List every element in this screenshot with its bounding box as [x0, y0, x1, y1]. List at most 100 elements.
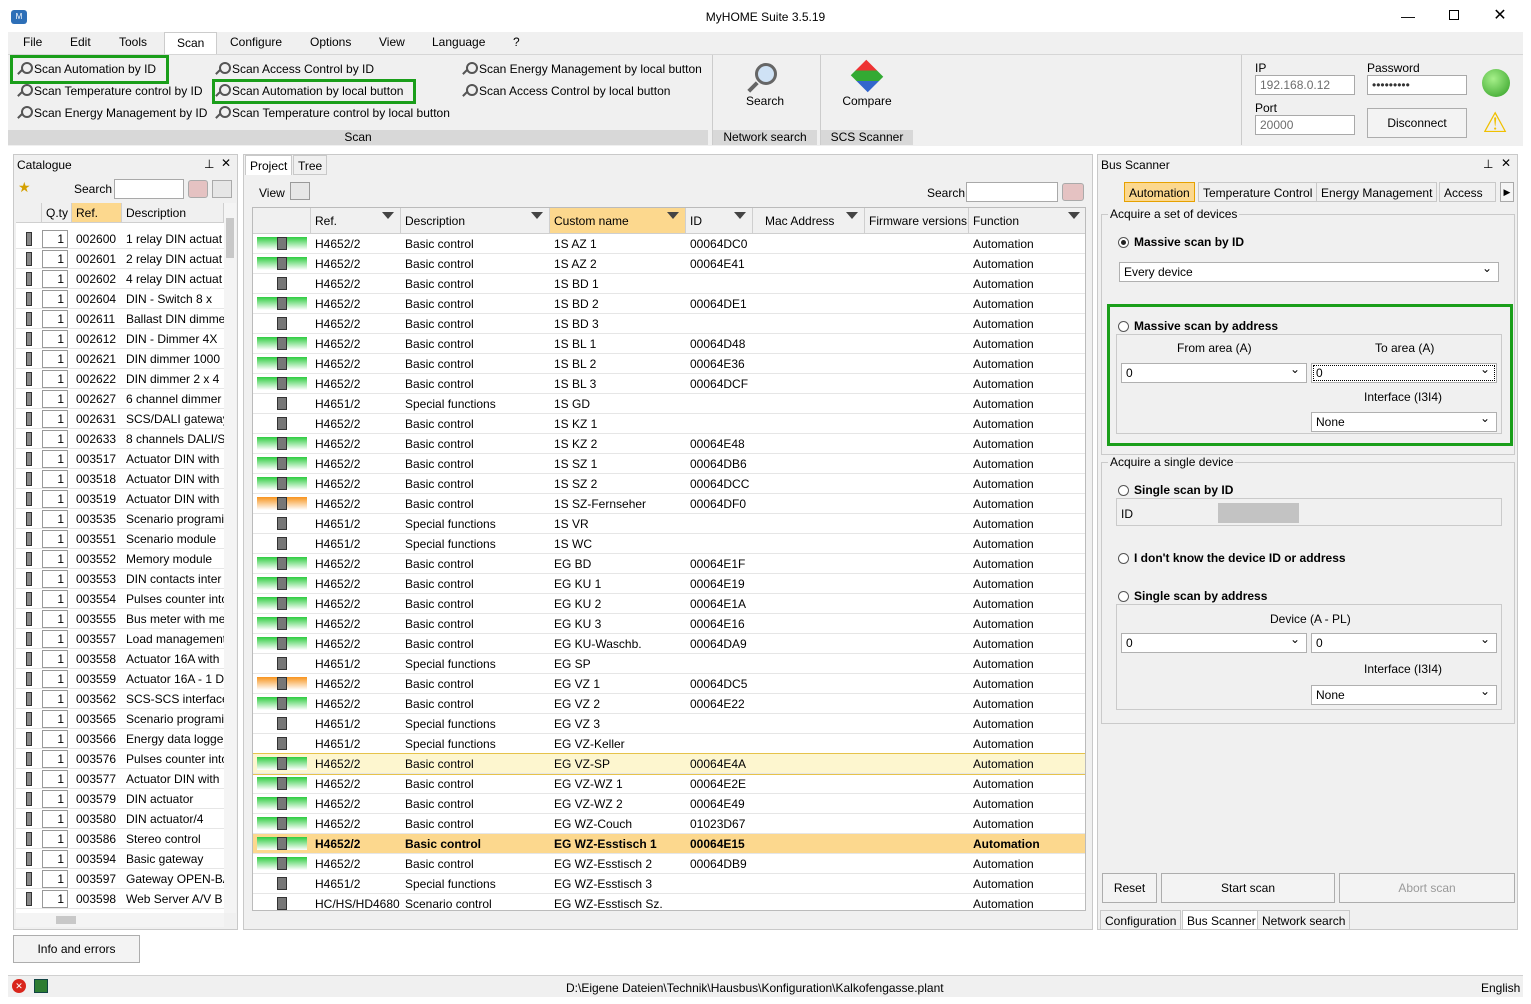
qty-field[interactable]: 1 [42, 830, 68, 848]
error-icon[interactable]: ✕ [12, 979, 26, 993]
catalogue-row[interactable]: 1 003517 Actuator DIN with [16, 449, 224, 469]
id-field[interactable] [1218, 503, 1299, 523]
catalogue-row[interactable]: 1 002611 Ballast DIN dimme [16, 309, 224, 329]
col-description[interactable]: Description [401, 208, 550, 234]
qty-field[interactable]: 1 [42, 590, 68, 608]
scan-energy-by-id[interactable]: Scan Energy Management by ID [17, 106, 207, 120]
from-area-select[interactable]: 0 [1121, 362, 1307, 383]
tab-bus-scanner[interactable]: Bus Scanner [1182, 910, 1261, 930]
save-icon[interactable] [34, 979, 48, 993]
qty-field[interactable]: 1 [42, 470, 68, 488]
table-row[interactable]: H4652/2 Basic control EG KU 2 00064E1A Autom… [253, 594, 1085, 614]
filter-icon[interactable] [382, 212, 394, 219]
table-row[interactable]: H4652/2 Basic control EG VZ-SP 00064E4A Auto… [253, 753, 1085, 775]
catalogue-row[interactable]: 1 003597 Gateway OPEN-BA [16, 869, 224, 889]
catalogue-row[interactable]: 1 003594 Basic gateway [16, 849, 224, 869]
catalogue-row[interactable]: 1 002612 DIN - Dimmer 4X [16, 329, 224, 349]
catalogue-row[interactable]: 1 002622 DIN dimmer 2 x 4 [16, 369, 224, 389]
qty-field[interactable]: 1 [42, 310, 68, 328]
qty-field[interactable]: 1 [42, 610, 68, 628]
table-row[interactable]: H4652/2 Basic control 1S BD 2 00064DE1 Autom… [253, 294, 1085, 314]
qty-field[interactable]: 1 [42, 650, 68, 668]
tab-access[interactable]: Access cc [1439, 182, 1496, 202]
tab-tree[interactable]: Tree [293, 155, 328, 175]
catalogue-row[interactable]: 1 003566 Energy data logge [16, 729, 224, 749]
qty-field[interactable]: 1 [42, 450, 68, 468]
scan-access-by-id[interactable]: Scan Access Control by ID [215, 62, 374, 76]
catalogue-row[interactable]: 1 003553 DIN contacts inter [16, 569, 224, 589]
single-id-radio[interactable]: Single scan by ID [1118, 483, 1233, 497]
qty-field[interactable]: 1 [42, 290, 68, 308]
qty-field[interactable]: 1 [42, 370, 68, 388]
qty-field[interactable]: 1 [42, 670, 68, 688]
catalogue-row[interactable]: 1 002631 SCS/DALI gateway [16, 409, 224, 429]
qty-field[interactable]: 1 [42, 510, 68, 528]
catalogue-row[interactable]: 1 002602 4 relay DIN actuat [16, 269, 224, 289]
table-row[interactable]: H4651/2 Special functions 1S VR Automation [253, 514, 1085, 534]
filter-icon[interactable] [846, 212, 858, 219]
catalogue-row[interactable]: 1 003518 Actuator DIN with [16, 469, 224, 489]
menu-edit[interactable]: Edit [70, 35, 91, 49]
qty-field[interactable]: 1 [42, 530, 68, 548]
qty-field[interactable]: 1 [42, 770, 68, 788]
single-address-radio[interactable]: Single scan by address [1118, 589, 1267, 603]
massive-id-radio[interactable]: Massive scan by ID [1118, 235, 1244, 249]
menu-view[interactable]: View [379, 35, 405, 49]
table-row[interactable]: H4652/2 Basic control EG WZ-Esstisch 2 0006… [253, 854, 1085, 874]
qty-field[interactable]: 1 [42, 730, 68, 748]
catalogue-row[interactable]: 1 003558 Actuator 16A with [16, 649, 224, 669]
table-row[interactable]: H4652/2 Basic control 1S BD 3 Automation [253, 314, 1085, 334]
catalogue-row[interactable]: 1 003551 Scenario module [16, 529, 224, 549]
table-row[interactable]: H4652/2 Basic control 1S SZ 2 00064DCC Autom… [253, 474, 1085, 494]
table-row[interactable]: H4652/2 Basic control EG KU 1 00064E19 Autom… [253, 574, 1085, 594]
col-qty[interactable]: Q.ty [42, 203, 72, 223]
qty-field[interactable]: 1 [42, 890, 68, 908]
menu-help[interactable]: ? [513, 35, 520, 49]
disconnect-button[interactable]: Disconnect [1367, 108, 1467, 138]
pin-icon[interactable]: ⊥ [1483, 157, 1493, 171]
warning-icon[interactable]: ⚠ [1480, 107, 1510, 138]
to-area-select[interactable]: 0 [1311, 362, 1497, 383]
catalogue-hscrollbar[interactable] [16, 913, 224, 927]
catalogue-row[interactable]: 1 003555 Bus meter with me [16, 609, 224, 629]
catalogue-row[interactable]: 1 003598 Web Server A/V B [16, 889, 224, 909]
tab-energy[interactable]: Energy Management [1316, 182, 1438, 202]
filter-icon[interactable] [734, 212, 746, 219]
reset-button[interactable]: Reset [1102, 873, 1157, 903]
table-row[interactable]: H4651/2 Special functions EG WZ-Esstisch 3… [253, 874, 1085, 894]
search-network-button[interactable]: Search Network search [712, 55, 817, 145]
catalogue-row[interactable]: 1 003552 Memory module [16, 549, 224, 569]
qty-field[interactable]: 1 [42, 270, 68, 288]
scan-energy-by-local-button[interactable]: Scan Energy Management by local button [462, 62, 702, 76]
scan-temperature-by-local-button[interactable]: Scan Temperature control by local button [215, 106, 450, 120]
table-row[interactable]: H4652/2 Basic control EG VZ-WZ 1 00064E2E Au… [253, 774, 1085, 794]
table-row[interactable]: H4652/2 Basic control 1S BL 1 00064D48 Autom… [253, 334, 1085, 354]
menu-file[interactable]: File [23, 35, 42, 49]
menu-language[interactable]: Language [432, 35, 485, 49]
catalogue-row[interactable]: 1 003535 Scenario programi [16, 509, 224, 529]
table-row[interactable]: H4652/2 Basic control 1S AZ 1 00064DC0 Autom… [253, 234, 1085, 254]
col-mac[interactable]: Mac Address [753, 208, 865, 234]
qty-field[interactable]: 1 [42, 710, 68, 728]
tab-temperature[interactable]: Temperature Control [1198, 182, 1318, 202]
qty-field[interactable]: 1 [42, 790, 68, 808]
tab-scroll-right-icon[interactable]: ▶ [1500, 182, 1514, 202]
catalogue-row[interactable]: 1 002627 6 channel dimmer [16, 389, 224, 409]
catalogue-row[interactable]: 1 002633 8 channels DALI/S [16, 429, 224, 449]
catalogue-row[interactable]: 1 002601 2 relay DIN actuat [16, 249, 224, 269]
table-row[interactable]: H4652/2 Basic control 1S SZ-Fernseher 00064… [253, 494, 1085, 514]
menu-scan[interactable]: Scan [164, 32, 218, 55]
start-scan-button[interactable]: Start scan [1161, 873, 1335, 903]
table-row[interactable]: H4652/2 Basic control EG WZ-Couch 01023D67 A… [253, 814, 1085, 834]
catalogue-row[interactable]: 1 003519 Actuator DIN with [16, 489, 224, 509]
password-field[interactable]: ••••••••• [1367, 75, 1467, 95]
catalogue-row[interactable]: 1 003579 DIN actuator [16, 789, 224, 809]
menu-configure[interactable]: Configure [230, 35, 282, 49]
catalogue-row[interactable]: 1 003577 Actuator DIN with [16, 769, 224, 789]
qty-field[interactable]: 1 [42, 870, 68, 888]
catalogue-scrollbar[interactable] [224, 203, 236, 913]
table-row[interactable]: H4652/2 Basic control EG KU 3 00064E16 Autom… [253, 614, 1085, 634]
table-row[interactable]: H4651/2 Special functions 1S WC Automation [253, 534, 1085, 554]
table-row[interactable]: H4652/2 Basic control EG VZ-WZ 2 00064E49 Au… [253, 794, 1085, 814]
table-row[interactable]: HC/HS/HD4680 Scenario control EG WZ-Esstis… [253, 894, 1085, 910]
